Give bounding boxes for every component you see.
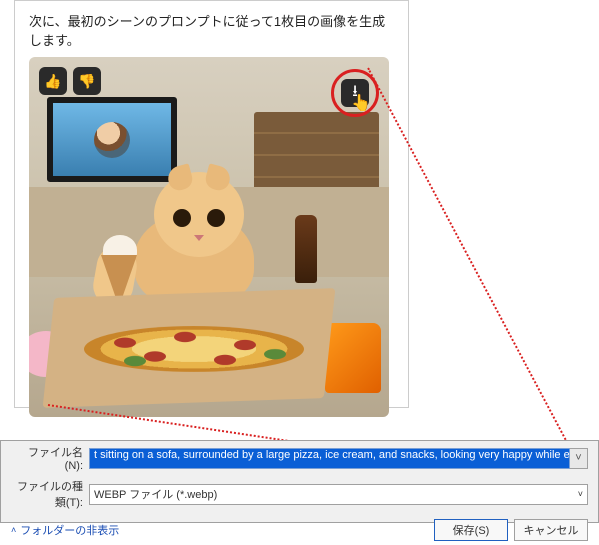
save-button-label: 保存(S) xyxy=(453,522,490,538)
chevron-up-icon: ˄ xyxy=(11,525,16,535)
feedback-buttons: 👍 👎 xyxy=(39,67,101,95)
thumbs-up-icon: 👍 xyxy=(44,73,61,90)
filename-dropdown-button[interactable]: ˅ xyxy=(570,448,588,469)
tv-illustration xyxy=(47,97,177,182)
thumbs-up-button[interactable]: 👍 xyxy=(39,67,67,95)
filetype-select[interactable]: WEBP ファイル (*.webp) ˅ xyxy=(89,484,588,505)
download-button[interactable]: ⭳ xyxy=(341,79,369,107)
thumbs-down-icon: 👎 xyxy=(78,73,95,90)
shelf-illustration xyxy=(254,112,379,197)
filename-input[interactable]: t sitting on a sofa, surrounded by a lar… xyxy=(89,448,570,469)
cancel-button[interactable]: キャンセル xyxy=(514,519,588,541)
download-icon: ⭳ xyxy=(352,80,358,107)
cat-illustration xyxy=(119,172,269,302)
filename-label: ファイル名(N): xyxy=(11,444,89,472)
filename-value: t sitting on a sofa, surrounded by a lar… xyxy=(94,449,570,461)
pizza-illustration xyxy=(84,326,304,372)
thumbs-down-button[interactable]: 👎 xyxy=(73,67,101,95)
snack-bag-illustration xyxy=(325,323,381,393)
save-button[interactable]: 保存(S) xyxy=(434,519,508,541)
cancel-button-label: キャンセル xyxy=(524,522,579,538)
chevron-down-icon: ˅ xyxy=(578,489,583,499)
generated-image: 👍 👎 ⭳ 👆 xyxy=(29,57,389,417)
chat-message-panel: 次に、最初のシーンのプロンプトに従って1枚目の画像を生成します。 xyxy=(14,0,409,408)
hide-folders-link[interactable]: ˄ フォルダーの非表示 xyxy=(11,522,119,538)
hide-folders-label: フォルダーの非表示 xyxy=(20,522,119,538)
soda-illustration xyxy=(295,215,317,283)
filetype-value: WEBP ファイル (*.webp) xyxy=(94,486,217,502)
filetype-label: ファイルの種類(T): xyxy=(11,478,89,510)
instruction-text: 次に、最初のシーンのプロンプトに従って1枚目の画像を生成します。 xyxy=(29,11,394,49)
save-file-dialog: ファイル名(N): t sitting on a sofa, surrounde… xyxy=(0,440,599,523)
